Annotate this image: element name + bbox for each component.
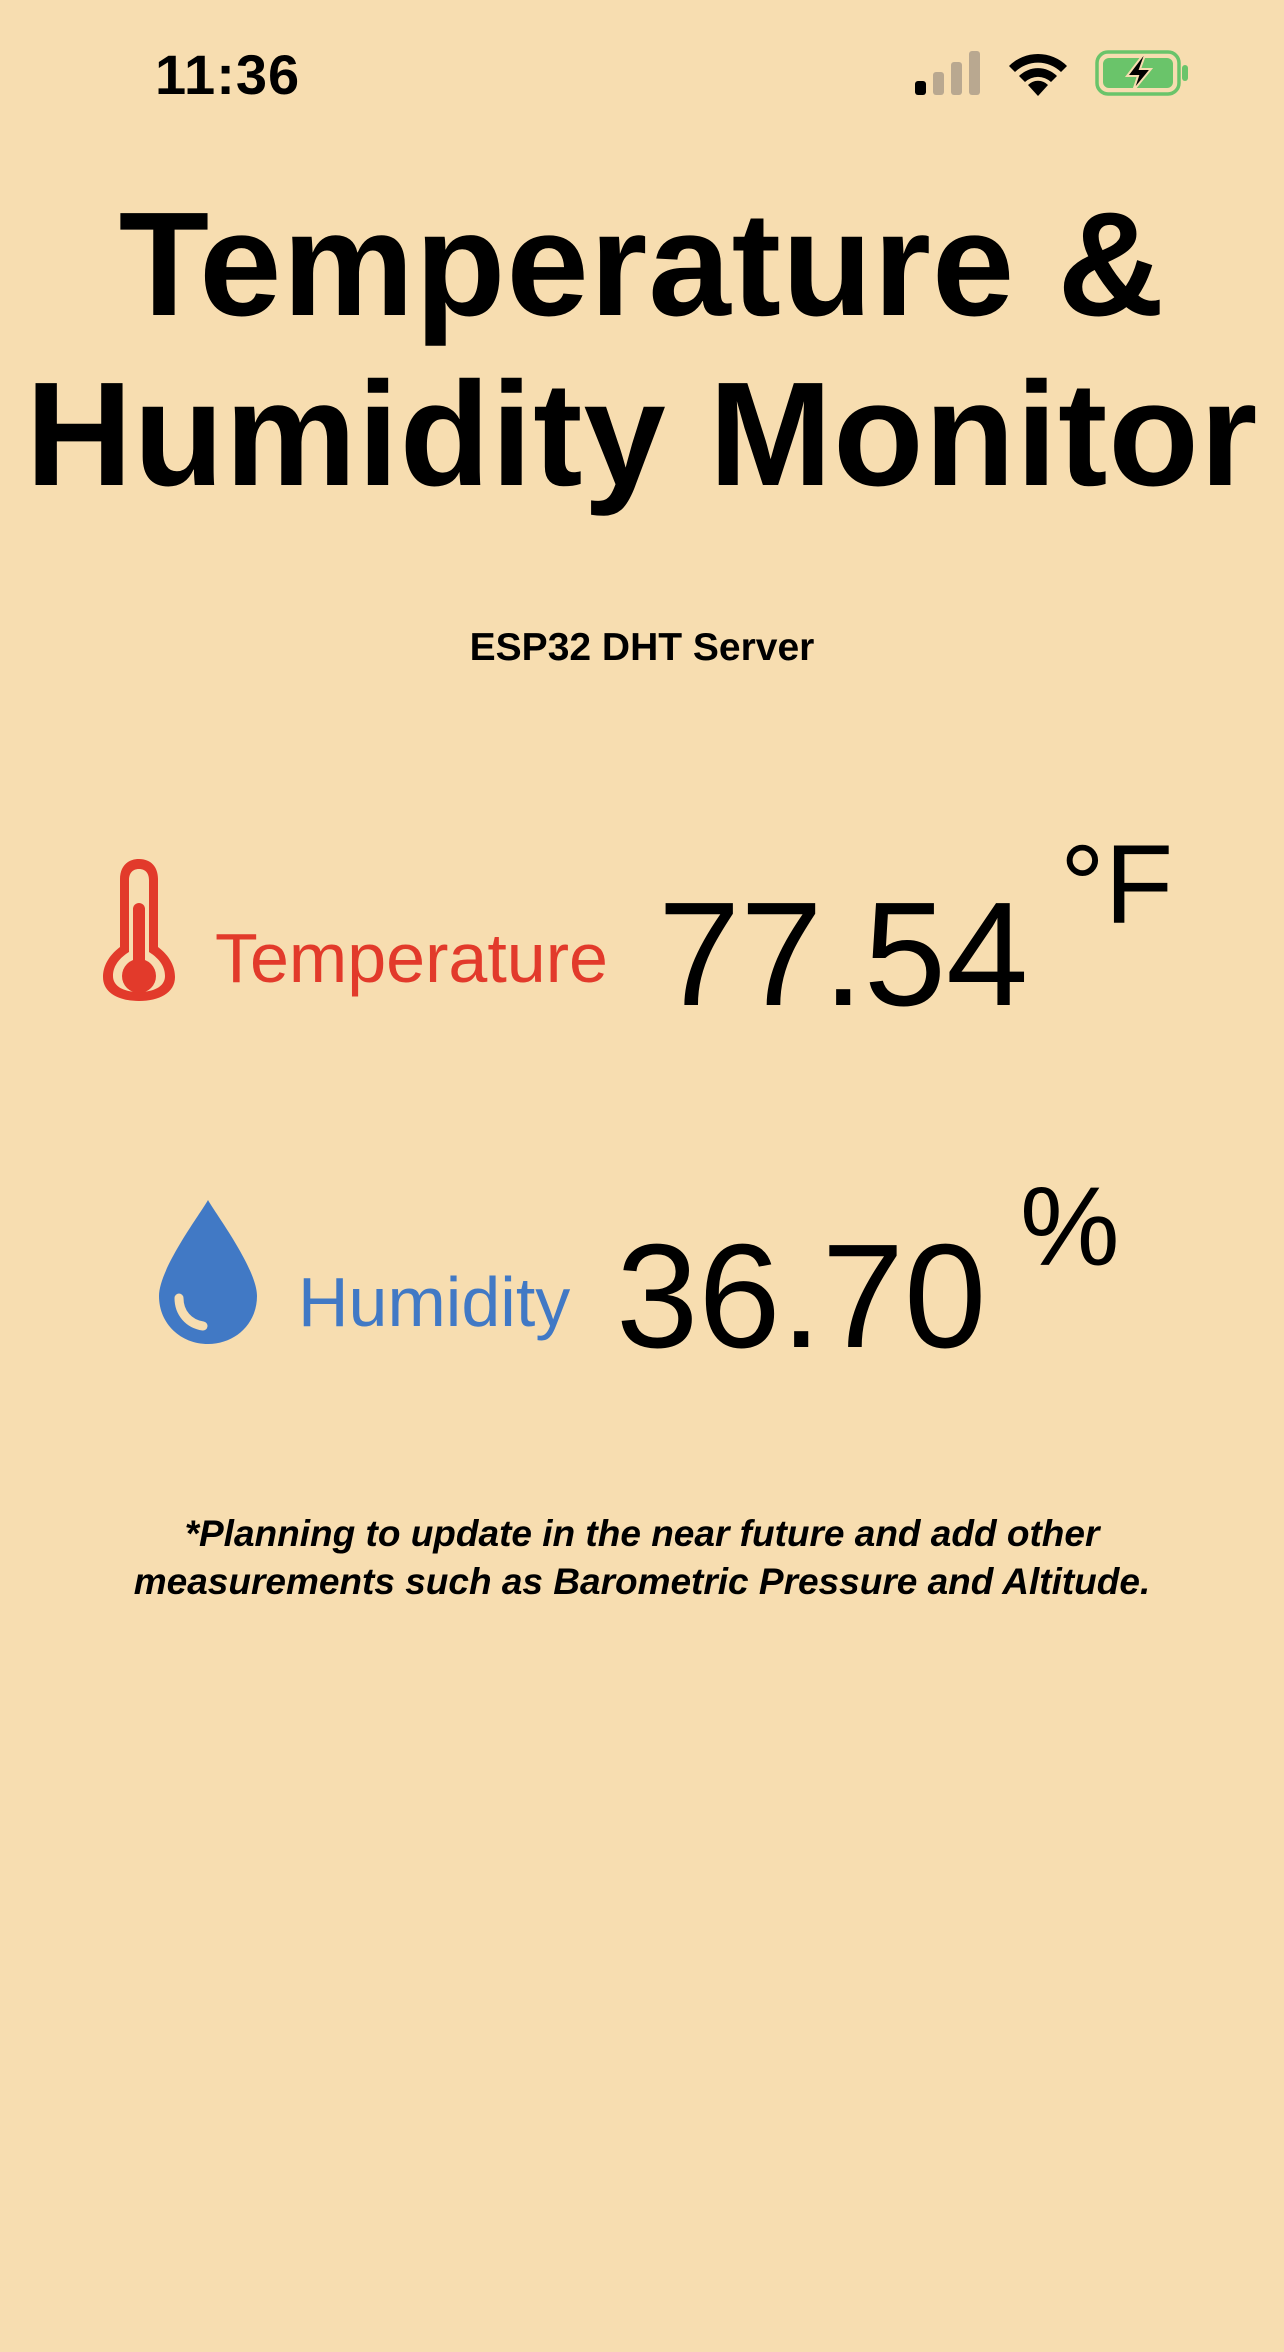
footnote-line-1: *Planning to update in the near future a… (184, 1513, 1100, 1554)
footnote-line-2: measurements such as Barometric Pressure… (133, 1561, 1151, 1602)
page-title-line-1: Temperature & (118, 182, 1166, 347)
thermometer-icon (100, 855, 178, 1008)
humidity-value: 36.70 (616, 1214, 987, 1379)
temperature-value: 77.54 (658, 872, 1029, 1037)
status-time: 11:36 (155, 43, 301, 106)
cellular-signal-icon (915, 51, 981, 95)
status-bar: 11:36 (0, 0, 1284, 150)
status-icons (915, 50, 1189, 96)
humidity-label: Humidity (298, 1263, 571, 1341)
water-drop-icon (157, 1198, 259, 1351)
temperature-unit: °F (1060, 822, 1174, 947)
wifi-icon (1007, 50, 1069, 96)
temperature-label: Temperature (215, 919, 608, 997)
footnote: *Planning to update in the near future a… (0, 1510, 1284, 1606)
humidity-reading: Humidity 36.70 % (0, 1164, 1284, 1379)
page-title: Temperature & Humidity Monitor (0, 180, 1284, 520)
battery-charging-icon (1095, 50, 1189, 96)
page-subtitle: ESP32 DHT Server (469, 626, 815, 669)
humidity-unit: % (1020, 1164, 1120, 1289)
page: 11:36 Temperature & Humidity Monitor ESP… (0, 0, 1284, 2352)
page-title-line-2: Humidity Monitor (25, 352, 1259, 517)
temperature-reading: Temperature 77.54 °F (0, 820, 1284, 1037)
